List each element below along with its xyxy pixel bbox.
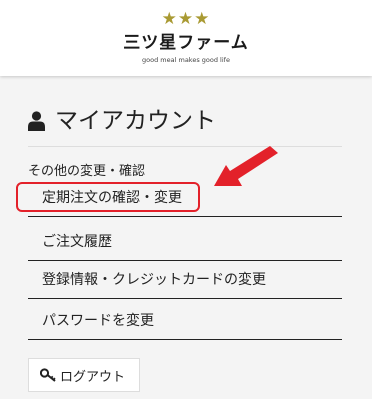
menu-item-label: 登録情報・クレジットカードの変更 bbox=[42, 272, 266, 288]
menu-item-registration-card[interactable]: 登録情報・クレジットカードの変更 bbox=[28, 262, 342, 299]
menu-item-password[interactable]: パスワードを変更 bbox=[28, 303, 342, 340]
page-title: マイアカウント bbox=[28, 106, 216, 136]
site-header: ★★★ 三ツ星ファーム good meal makes good life bbox=[0, 0, 372, 76]
menu-item-label: パスワードを変更 bbox=[42, 313, 154, 329]
page-title-text: マイアカウント bbox=[55, 108, 216, 134]
three-stars-icon: ★★★ bbox=[161, 9, 211, 29]
brand-logo[interactable]: ★★★ 三ツ星ファーム good meal makes good life bbox=[0, 0, 372, 76]
menu-item-order-history[interactable]: ご注文履歴 bbox=[28, 224, 342, 261]
brand-name: 三ツ星ファーム bbox=[123, 33, 249, 53]
section-label: その他の変更・確認 bbox=[28, 164, 146, 179]
logout-label: ログアウト bbox=[60, 369, 126, 385]
key-icon bbox=[40, 368, 56, 382]
menu-item-label: ご注文履歴 bbox=[42, 234, 112, 250]
user-icon bbox=[28, 111, 45, 131]
logout-button[interactable]: ログアウト bbox=[28, 358, 140, 392]
brand-tagline: good meal makes good life bbox=[142, 56, 230, 64]
title-divider bbox=[28, 146, 342, 147]
highlight-box bbox=[16, 182, 200, 212]
